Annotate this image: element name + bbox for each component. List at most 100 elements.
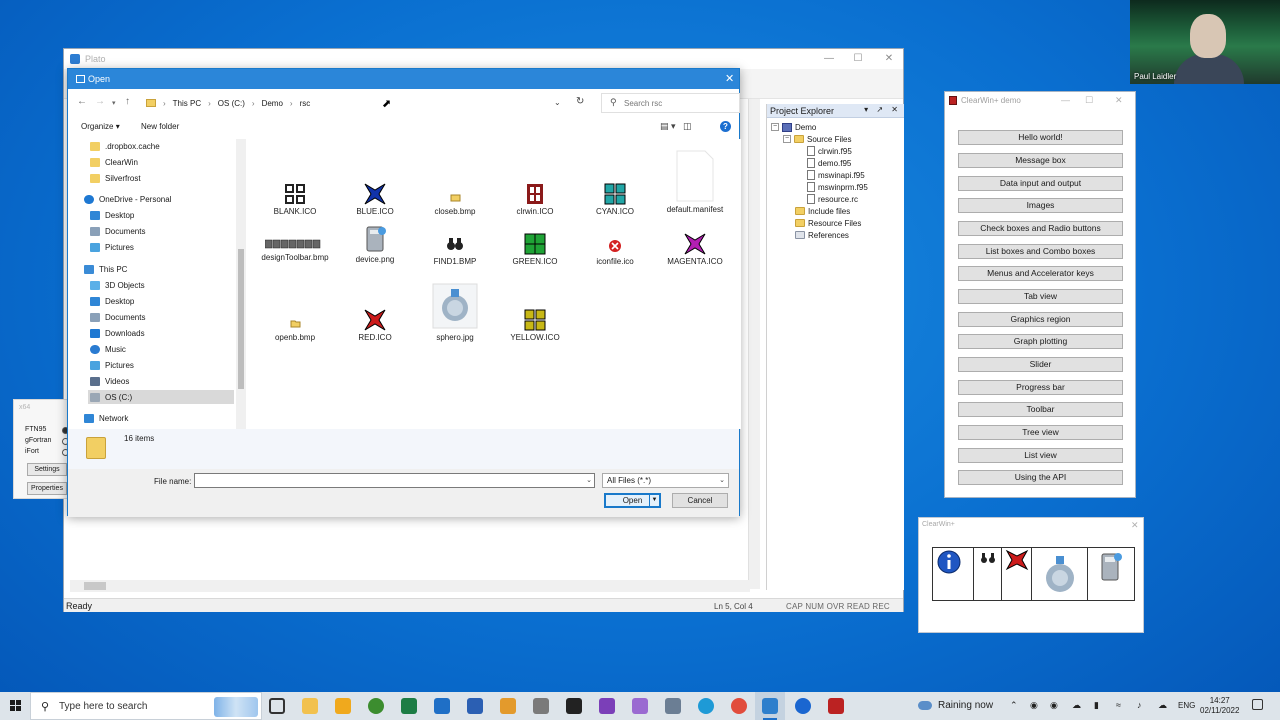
demo-button-toolbar[interactable]: Toolbar bbox=[958, 402, 1123, 417]
excel-icon[interactable] bbox=[401, 698, 417, 714]
app-icon[interactable] bbox=[665, 698, 681, 714]
maximize-button[interactable]: ☐ bbox=[843, 51, 873, 67]
demo-button-data-input[interactable]: Data input and output bbox=[958, 176, 1123, 191]
nav-item[interactable]: Desktop bbox=[88, 294, 134, 308]
tree-item-resource-files[interactable]: Resource Files bbox=[795, 217, 861, 229]
tree-item-include-files[interactable]: Include files bbox=[795, 205, 850, 217]
icon-cell[interactable] bbox=[1032, 548, 1088, 600]
zoom-icon[interactable] bbox=[795, 698, 811, 714]
clrwin-taskbar-icon[interactable] bbox=[828, 698, 844, 714]
nav-item[interactable]: .dropbox.cache bbox=[88, 139, 160, 153]
minimize-button[interactable]: — bbox=[814, 51, 844, 67]
demo-button-check-boxes[interactable]: Check boxes and Radio buttons bbox=[958, 221, 1123, 236]
breadcrumb-item[interactable]: OS (C:) bbox=[218, 99, 245, 108]
demo-button-images[interactable]: Images bbox=[958, 198, 1123, 213]
file-item[interactable]: GREEN.ICO bbox=[500, 233, 570, 266]
search-input[interactable]: ⚲ Search rsc bbox=[601, 93, 740, 113]
file-item[interactable]: YELLOW.ICO bbox=[500, 309, 570, 342]
nav-item-this-pc[interactable]: This PC bbox=[82, 262, 127, 276]
demo-button-hello-world[interactable]: Hello world! bbox=[958, 130, 1123, 145]
nav-item[interactable]: Downloads bbox=[88, 326, 145, 340]
demo-button-progress-bar[interactable]: Progress bar bbox=[958, 380, 1123, 395]
file-item[interactable]: closeb.bmp bbox=[420, 183, 490, 216]
nav-item-onedrive[interactable]: OneDrive - Personal bbox=[82, 192, 171, 206]
close-button[interactable]: ✕ bbox=[874, 51, 904, 67]
breadcrumb-item[interactable]: This PC bbox=[173, 99, 201, 108]
maximize-button[interactable]: ☐ bbox=[1085, 95, 1093, 106]
nav-item[interactable]: Desktop bbox=[88, 208, 134, 222]
collapse-icon[interactable]: − bbox=[783, 135, 791, 143]
wifi-icon[interactable]: ≈ bbox=[1116, 700, 1121, 710]
task-view-icon[interactable] bbox=[269, 698, 285, 714]
demo-button-slider[interactable]: Slider bbox=[958, 357, 1123, 372]
nav-item[interactable]: ClearWin bbox=[88, 155, 138, 169]
tray-app-icon[interactable]: ◉ bbox=[1050, 700, 1058, 711]
open-dropdown-icon[interactable]: ▼ bbox=[649, 495, 659, 506]
file-item[interactable]: iconfile.ico bbox=[580, 233, 650, 266]
start-button[interactable] bbox=[10, 700, 21, 711]
demo-button-message-box[interactable]: Message box bbox=[958, 153, 1123, 168]
file-item[interactable]: default.manifest bbox=[660, 149, 730, 214]
file-item[interactable]: CYAN.ICO bbox=[580, 183, 650, 216]
settings-button[interactable]: Settings bbox=[27, 463, 67, 476]
icon-cell[interactable] bbox=[1088, 548, 1134, 600]
calculator-icon[interactable] bbox=[533, 698, 549, 714]
tree-item-file[interactable]: demo.f95 bbox=[807, 157, 851, 169]
clearwin-demo-titlebar[interactable]: ClearWin+ demo — ☐ ✕ bbox=[945, 92, 1135, 110]
demo-button-tree-view[interactable]: Tree view bbox=[958, 425, 1123, 440]
clock[interactable]: 14:27 02/11/2022 bbox=[1200, 696, 1239, 716]
mail-icon[interactable] bbox=[434, 698, 450, 714]
chevron-down-icon[interactable]: ⌄ bbox=[586, 476, 592, 484]
word-icon[interactable] bbox=[467, 698, 483, 714]
breadcrumb-item[interactable]: Demo bbox=[262, 99, 283, 108]
file-item[interactable]: RED.ICO bbox=[340, 309, 410, 342]
file-explorer-icon[interactable] bbox=[302, 698, 318, 714]
chevron-up-icon[interactable]: ⌃ bbox=[1010, 700, 1018, 711]
nav-item[interactable]: 3D Objects bbox=[88, 278, 145, 292]
nav-item[interactable]: Videos bbox=[88, 374, 129, 388]
file-item[interactable]: BLUE.ICO bbox=[340, 183, 410, 216]
dialog-titlebar[interactable]: Open ✕ bbox=[68, 69, 739, 89]
cancel-button[interactable]: Cancel bbox=[672, 493, 728, 508]
view-options-icon[interactable]: ▤ ▾ ◫ bbox=[660, 121, 692, 132]
nav-item[interactable]: Pictures bbox=[88, 240, 134, 254]
help-icon[interactable]: ? bbox=[720, 121, 731, 132]
visual-studio-alt-icon[interactable] bbox=[632, 698, 648, 714]
plato-titlebar[interactable]: Plato — ☐ ✕ bbox=[64, 49, 903, 69]
scroll-thumb[interactable] bbox=[238, 249, 244, 389]
demo-button-using-the-api[interactable]: Using the API bbox=[958, 470, 1123, 485]
chrome-icon[interactable] bbox=[731, 698, 747, 714]
properties-button[interactable]: Properties bbox=[27, 482, 67, 495]
tree-item-file[interactable]: clrwin.f95 bbox=[807, 145, 852, 157]
tray-app-icon[interactable]: ☁ bbox=[1072, 700, 1081, 711]
icon-cell[interactable] bbox=[974, 548, 1002, 600]
tree-item-source-files[interactable]: − Source Files bbox=[783, 133, 851, 145]
volume-icon[interactable]: ♪ bbox=[1137, 700, 1142, 710]
nav-item-network[interactable]: Network bbox=[82, 411, 128, 425]
tree-item-references[interactable]: References bbox=[795, 229, 849, 241]
panel-controls[interactable]: ▾ ↗ ✕ bbox=[864, 105, 901, 114]
open-button[interactable]: Open ▼ bbox=[604, 493, 661, 508]
icon-cell[interactable] bbox=[933, 548, 974, 600]
tree-item-demo[interactable]: − Demo bbox=[771, 121, 816, 133]
file-type-select[interactable]: All Files (*.*) ⌄ bbox=[602, 473, 729, 488]
file-item[interactable]: clrwin.ICO bbox=[500, 183, 570, 216]
file-item[interactable]: FIND1.BMP bbox=[420, 233, 490, 266]
minimize-button[interactable]: — bbox=[1061, 95, 1070, 105]
demo-button-list-boxes[interactable]: List boxes and Combo boxes bbox=[958, 244, 1123, 259]
close-icon[interactable]: ✕ bbox=[725, 72, 734, 85]
demo-button-tab-view[interactable]: Tab view bbox=[958, 289, 1123, 304]
edge-icon[interactable] bbox=[698, 698, 714, 714]
demo-button-graphics-region[interactable]: Graphics region bbox=[958, 312, 1123, 327]
nav-item[interactable]: Documents bbox=[88, 310, 145, 324]
app-icon[interactable] bbox=[368, 698, 384, 714]
refresh-icon[interactable]: ↻ bbox=[576, 96, 584, 107]
nav-item[interactable]: Silverfrost bbox=[88, 171, 141, 185]
file-name-input[interactable]: ⌄ bbox=[194, 473, 595, 488]
battery-icon[interactable]: ▮ bbox=[1094, 700, 1099, 711]
store-icon[interactable] bbox=[335, 698, 351, 714]
nav-item[interactable]: Documents bbox=[88, 224, 145, 238]
plato-taskbar-icon[interactable] bbox=[762, 698, 778, 714]
file-item[interactable]: openb.bmp bbox=[260, 309, 330, 342]
editor-vertical-scrollbar[interactable] bbox=[748, 99, 760, 589]
